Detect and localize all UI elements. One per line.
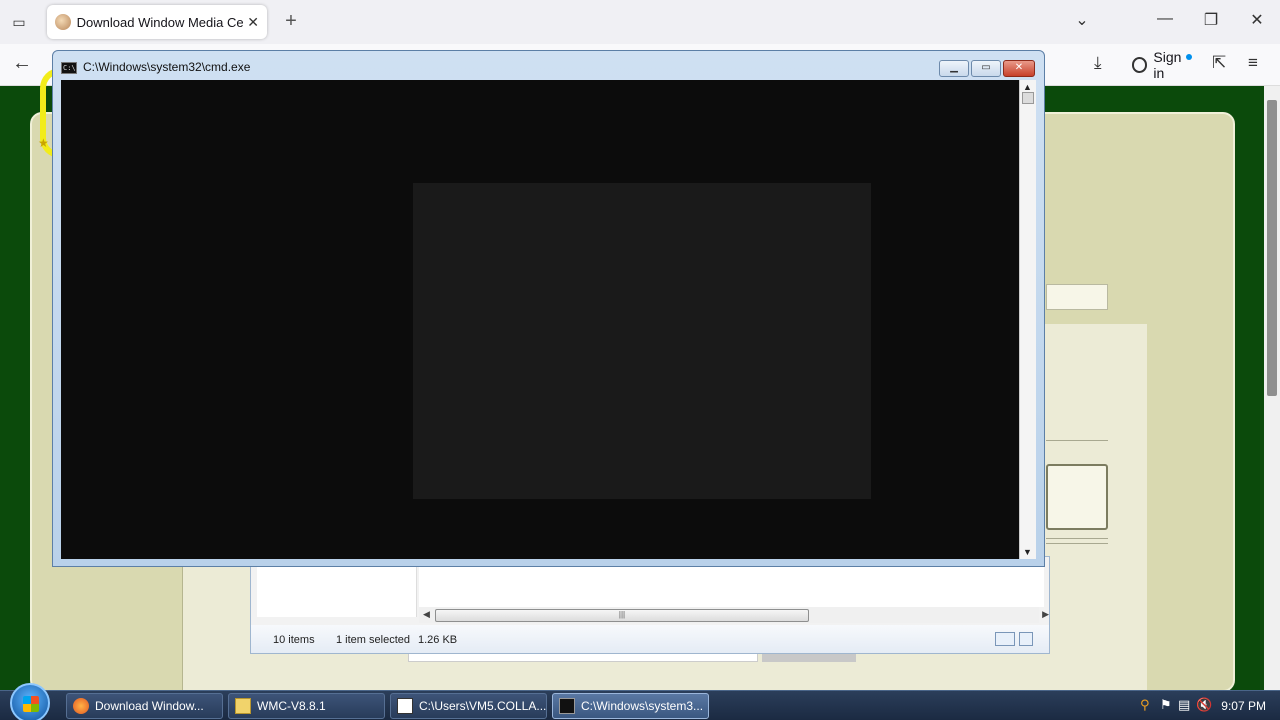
cmd-app-icon: C:\ xyxy=(61,62,77,74)
cmd-title-bar[interactable]: C:\ C:\Windows\system32\cmd.exe ▁ ▭ ✕ xyxy=(53,51,1044,81)
taskbar-item-label: Download Window... xyxy=(95,699,204,713)
firefox-icon xyxy=(73,698,89,714)
cmd-maximize-button[interactable]: ▭ xyxy=(971,60,1001,77)
page-text-area[interactable] xyxy=(1046,464,1108,530)
window-minimize-button[interactable]: — xyxy=(1153,10,1177,28)
large-icons-view-icon[interactable] xyxy=(1019,632,1033,646)
tab-download-window-media-center[interactable]: Download Window Media Cent ✕ xyxy=(47,5,267,39)
explorer-horizontal-scrollbar[interactable]: ◀ ||| ▶ xyxy=(419,607,1049,623)
taskbar-item-cmd[interactable]: C:\Windows\system3... xyxy=(552,693,709,719)
app-menu-icon[interactable]: ≡ xyxy=(1248,53,1258,73)
scroll-right-arrow-icon[interactable]: ▶ xyxy=(1042,609,1049,620)
explorer-nav-pane[interactable] xyxy=(257,567,417,617)
divider xyxy=(1046,440,1108,441)
new-tab-button[interactable]: + xyxy=(280,10,302,33)
cmd-console-area[interactable] xyxy=(61,80,1019,559)
page-text-field[interactable] xyxy=(1046,284,1108,310)
scrollbar-thumb[interactable]: ||| xyxy=(435,609,809,622)
cmd-window: C:\ C:\Windows\system32\cmd.exe ▁ ▭ ✕ ▲ … xyxy=(52,50,1045,567)
taskbar-item-browser[interactable]: Download Window... xyxy=(66,693,223,719)
account-icon xyxy=(1132,57,1148,73)
page-vertical-scrollbar[interactable] xyxy=(1264,86,1280,690)
folder-icon xyxy=(235,698,251,714)
tab-title: Download Window Media Cent xyxy=(76,14,244,30)
window-close-button[interactable]: ✕ xyxy=(1245,10,1269,30)
start-button[interactable] xyxy=(10,683,50,720)
tabs-menu-chevron-icon[interactable]: ⌄ xyxy=(1070,10,1094,30)
security-flag-icon[interactable]: ⚑ xyxy=(1160,697,1172,713)
windows-logo-icon xyxy=(23,696,39,712)
extensions-icon[interactable]: ⇱ xyxy=(1212,53,1226,73)
details-view-icon[interactable] xyxy=(995,632,1015,646)
downloads-icon[interactable]: ⤓ xyxy=(1094,53,1102,73)
browser-tab-bar: ▭ Download Window Media Cent ✕ + ⌄ — ❐ ✕ xyxy=(0,0,1280,44)
back-arrow-icon[interactable]: ← xyxy=(12,52,32,75)
taskbar-item-7zip[interactable]: C:\Users\VM5.COLLA... xyxy=(390,693,547,719)
taskbar-item-label: C:\Windows\system3... xyxy=(581,699,704,713)
tab-close-icon[interactable]: ✕ xyxy=(247,14,259,31)
cmd-title: C:\Windows\system32\cmd.exe xyxy=(83,60,251,74)
scroll-left-arrow-icon[interactable]: ◀ xyxy=(423,609,430,620)
taskbar-item-folder[interactable]: WMC-V8.8.1 xyxy=(228,693,385,719)
tab-favicon-icon xyxy=(55,14,71,30)
cmd-minimize-button[interactable]: ▁ xyxy=(939,60,969,77)
status-size: 1.26 KB xyxy=(418,634,458,646)
search-icon[interactable]: ⚲ xyxy=(1140,697,1150,713)
scroll-up-arrow-icon[interactable]: ▲ xyxy=(1023,82,1032,92)
explorer-window: ◀ ||| ▶ 10 items 1 item selected 1.26 KB xyxy=(250,556,1050,654)
divider xyxy=(1046,538,1108,539)
status-item-count: 10 items xyxy=(273,634,315,646)
taskbar-clock[interactable]: 9:07 PM xyxy=(1221,699,1266,713)
window-restore-button[interactable]: ❐ xyxy=(1199,10,1223,30)
taskbar-item-label: C:\Users\VM5.COLLA... xyxy=(419,699,547,713)
explorer-file-pane[interactable] xyxy=(419,567,1044,607)
network-icon[interactable]: ▤ xyxy=(1178,697,1190,713)
scrollbar-thumb[interactable] xyxy=(1022,92,1034,104)
scroll-down-arrow-icon[interactable]: ▼ xyxy=(1023,547,1032,557)
status-selected: 1 item selected xyxy=(336,634,410,646)
scrollbar-thumb[interactable] xyxy=(1267,100,1277,396)
notification-dot xyxy=(1186,54,1192,60)
star-icon: ★ xyxy=(38,136,49,150)
system-tray: ⚲ ⚑ ▤ 🔇 9:07 PM xyxy=(1130,691,1280,720)
7zip-icon xyxy=(397,698,413,714)
cmd-close-button[interactable]: ✕ xyxy=(1003,60,1035,77)
explorer-status-bar: 10 items 1 item selected 1.26 KB xyxy=(251,625,1049,653)
divider xyxy=(1046,543,1108,544)
cmd-icon xyxy=(559,698,575,714)
faded-dialog-ghost xyxy=(413,183,871,499)
taskbar-item-label: WMC-V8.8.1 xyxy=(257,699,326,713)
sign-in-button[interactable]: Sign in xyxy=(1126,49,1200,81)
cmd-vertical-scrollbar[interactable]: ▲ ▼ xyxy=(1019,80,1036,559)
volume-muted-icon[interactable]: 🔇 xyxy=(1196,697,1212,713)
taskbar: Download Window... WMC-V8.8.1 C:\Users\V… xyxy=(0,683,1280,720)
tab-list-icon[interactable]: ▭ xyxy=(8,11,30,33)
